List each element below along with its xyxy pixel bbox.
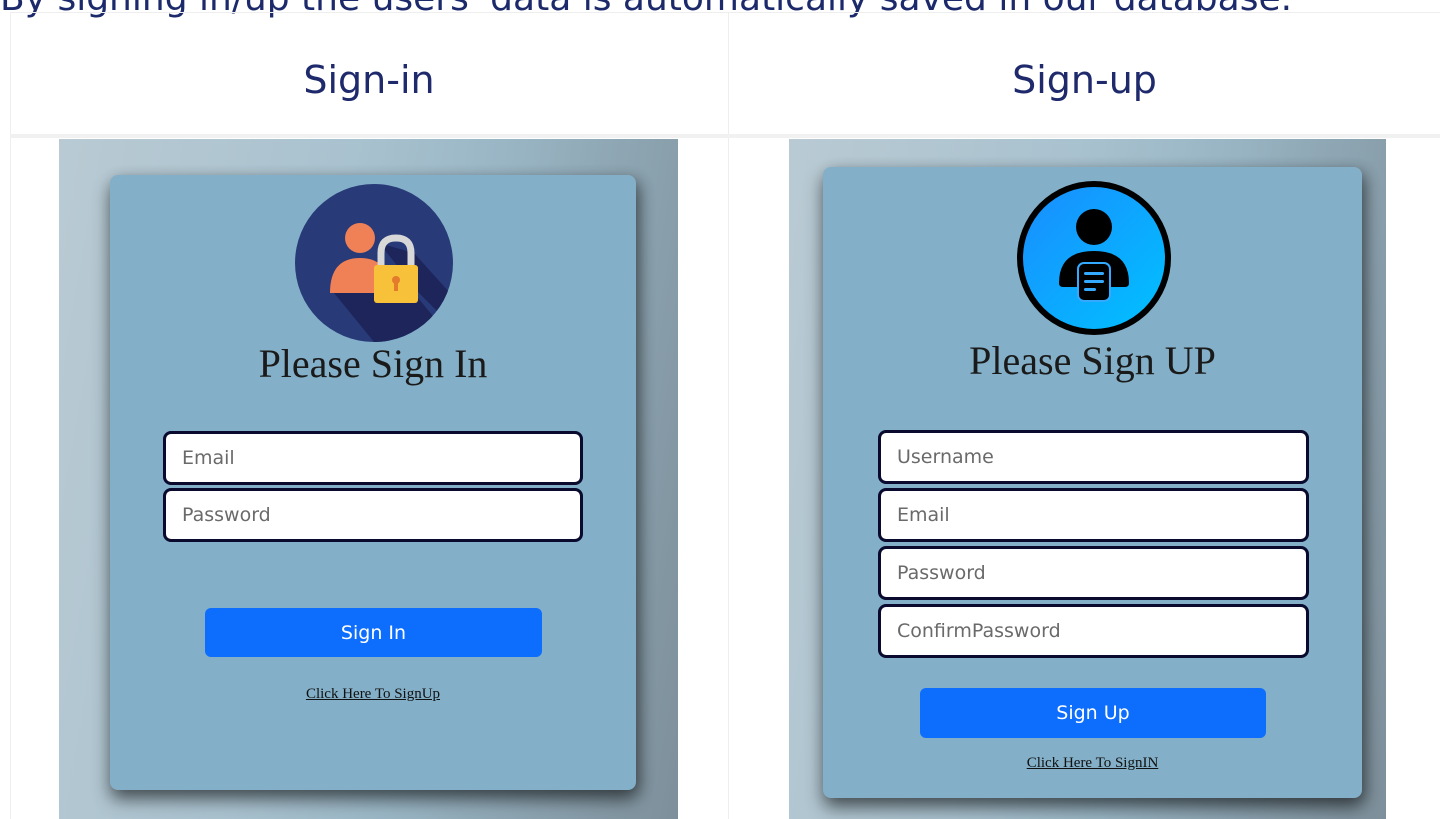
signin-button[interactable]: Sign In [205,608,542,657]
password-field[interactable] [163,488,583,542]
signup-screenshot: Please Sign UP Sign Up Click Here To Sig… [789,139,1386,819]
signin-title: Please Sign In [258,341,488,386]
email-field[interactable] [878,488,1309,542]
signin-column-header: Sign-in [303,58,435,102]
email-field[interactable] [163,431,583,485]
signin-card: Please Sign In Sign In Click Here To Sig… [110,175,636,790]
signup-title: Please Sign UP [969,338,1216,383]
header-divider [10,134,1440,138]
user-lock-icon [294,183,454,343]
signin-link[interactable]: Click Here To SignIN [823,755,1362,772]
password-field[interactable] [878,546,1309,600]
username-field[interactable] [878,430,1309,484]
confirm-password-field[interactable] [878,604,1309,658]
signin-screenshot: Please Sign In Sign In Click Here To Sig… [59,139,678,819]
user-document-icon [1015,179,1173,337]
signup-button[interactable]: Sign Up [920,688,1266,738]
signup-column-header: Sign-up [1012,58,1157,102]
signup-link[interactable]: Click Here To SignUp [110,686,636,703]
signup-card: Please Sign UP Sign Up Click Here To Sig… [823,167,1362,798]
